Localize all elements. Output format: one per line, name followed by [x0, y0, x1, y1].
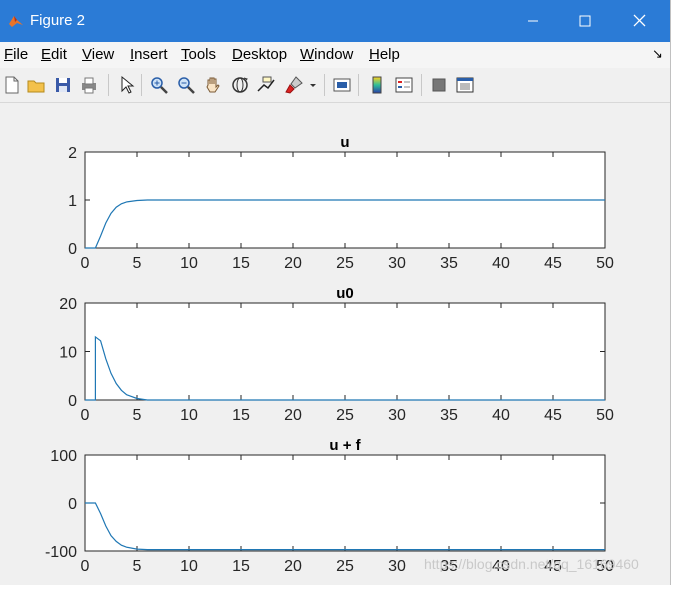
menu-insert[interactable]: Insert	[130, 46, 168, 63]
insert-legend-icon[interactable]	[394, 75, 414, 95]
x-tick-label-0-10: 50	[596, 255, 614, 272]
brush-icon[interactable]	[284, 75, 304, 95]
zoom-in-icon[interactable]	[149, 75, 169, 95]
y-tick-label-1-2: 20	[59, 296, 77, 313]
x-tick-label-0-8: 40	[492, 255, 510, 272]
axes-title-0: u	[340, 134, 349, 151]
axes-2	[84, 454, 606, 552]
x-tick-label-2-0: 0	[81, 558, 90, 575]
figure-toolbar	[0, 68, 670, 103]
x-tick-label-0-3: 15	[232, 255, 250, 272]
hide-plot-tools-icon[interactable]	[429, 75, 449, 95]
y-tick-label-1-0: 0	[68, 393, 77, 410]
x-tick-label-1-7: 35	[440, 407, 458, 424]
x-tick-label-1-8: 40	[492, 407, 510, 424]
x-tick-label-0-7: 35	[440, 255, 458, 272]
y-tick-label-0-0: 0	[68, 241, 77, 258]
matlab-logo-icon	[9, 16, 23, 27]
x-tick-label-0-6: 30	[388, 255, 406, 272]
x-tick-label-1-9: 45	[544, 407, 562, 424]
y-tick-label-0-1: 1	[68, 193, 77, 210]
x-tick-label-0-9: 45	[544, 255, 562, 272]
x-tick-label-0-5: 25	[336, 255, 354, 272]
menu-bar: File Edit View Insert Tools Desktop Wind…	[0, 42, 670, 68]
x-tick-label-2-2: 10	[180, 558, 198, 575]
background-window-edge	[670, 0, 677, 585]
new-figure-icon[interactable]	[2, 75, 22, 95]
x-tick-label-1-4: 20	[284, 407, 302, 424]
x-tick-label-2-1: 5	[133, 558, 142, 575]
save-icon[interactable]	[53, 75, 73, 95]
link-plot-icon[interactable]	[332, 75, 352, 95]
x-tick-label-1-10: 50	[596, 407, 614, 424]
close-icon[interactable]	[626, 8, 654, 34]
x-tick-label-0-4: 20	[284, 255, 302, 272]
y-tick-label-2-0: -100	[45, 544, 77, 561]
insert-colorbar-icon[interactable]	[367, 75, 387, 95]
menu-window[interactable]: Window	[300, 46, 353, 63]
x-tick-label-2-6: 30	[388, 558, 406, 575]
axes-title-2: u + f	[329, 437, 361, 454]
x-tick-label-2-3: 15	[232, 558, 250, 575]
maximize-icon[interactable]	[571, 8, 599, 34]
open-file-icon[interactable]	[26, 75, 46, 95]
x-tick-label-1-0: 0	[81, 407, 90, 424]
figure-canvas: u 0 5 10 15 20 25 30 35 40 45 50 0 1 2 u0 0 5 10 15 20 25 30 35…	[0, 103, 670, 585]
x-tick-label-1-6: 30	[388, 407, 406, 424]
x-tick-label-2-5: 25	[336, 558, 354, 575]
menu-view[interactable]: View	[82, 46, 114, 63]
y-tick-label-2-1: 0	[68, 496, 77, 513]
dock-arrow-icon[interactable]: ↘	[652, 46, 663, 62]
title-bar: Figure 2	[0, 0, 670, 42]
axes-1	[84, 302, 606, 401]
x-tick-label-2-4: 20	[284, 558, 302, 575]
menu-tools[interactable]: Tools	[181, 46, 216, 63]
pan-hand-icon[interactable]	[203, 75, 223, 95]
chevron-down-icon[interactable]	[308, 75, 318, 95]
y-tick-label-2-2: 100	[50, 448, 77, 465]
menu-edit[interactable]: Edit	[41, 46, 67, 63]
window-title: Figure 2	[30, 12, 86, 29]
show-plot-tools-icon[interactable]	[455, 75, 475, 95]
x-tick-label-0-0: 0	[81, 255, 90, 272]
axes-title-1: u0	[336, 285, 354, 302]
menu-help[interactable]: Help	[369, 46, 400, 63]
figure-plots[interactable]: u0 5 10 15 20 25 30 35 40 45 50012u00 5 10 15 20 25 30 35…	[0, 103, 670, 585]
zoom-out-icon[interactable]	[176, 75, 196, 95]
x-tick-label-1-5: 25	[336, 407, 354, 424]
y-tick-label-1-1: 10	[59, 345, 77, 362]
menu-desktop[interactable]: Desktop	[232, 46, 287, 63]
x-tick-label-1-1: 5	[133, 407, 142, 424]
x-tick-label-1-2: 10	[180, 407, 198, 424]
pointer-icon[interactable]	[116, 75, 136, 95]
y-tick-label-0-2: 2	[68, 145, 77, 162]
x-tick-label-0-2: 10	[180, 255, 198, 272]
data-cursor-icon[interactable]	[256, 75, 276, 95]
menu-file[interactable]: File	[4, 46, 28, 63]
x-tick-label-1-3: 15	[232, 407, 250, 424]
rotate-3d-icon[interactable]	[230, 75, 250, 95]
x-tick-label-0-1: 5	[133, 255, 142, 272]
watermark: https://blog.csdn.net/qq_16169460	[424, 556, 639, 572]
print-icon[interactable]	[79, 75, 99, 95]
minimize-icon[interactable]	[519, 8, 547, 34]
